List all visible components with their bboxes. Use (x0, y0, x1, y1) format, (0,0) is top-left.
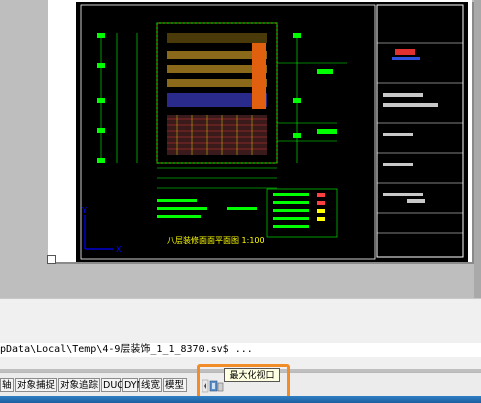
plan-title: 八层装修面面平面图 1:100 (167, 235, 265, 245)
ucs-y-label: Y (81, 206, 87, 215)
ucs-x-label: X (116, 245, 122, 254)
cad-drawing: 八层装修面面平面图 1:100 Y X (80, 4, 464, 260)
command-window[interactable]: pData\Local\Temp\4-9层装饰_1_1_8370.sv$ ... (0, 298, 481, 369)
status-button-lineweight[interactable]: 线宽 (139, 378, 162, 392)
viewport-grip[interactable] (47, 255, 56, 264)
status-button-model[interactable]: 模型 (163, 378, 187, 392)
status-button-ducs[interactable]: DUCS (101, 378, 130, 392)
model-viewport[interactable]: 八层装修面面平面图 1:100 Y X (76, 2, 468, 262)
status-button-dyn[interactable]: DYN (122, 378, 144, 392)
annotation-highlight-box (197, 364, 290, 399)
command-history-line: pData\Local\Temp\4-9层装饰_1_1_8370.sv$ ... (0, 343, 481, 357)
status-button-object-snap[interactable]: 对象捕捉 (15, 378, 57, 392)
vertical-scrollbar[interactable] (474, 0, 481, 298)
drawing-canvas[interactable]: 八层装修面面平面图 1:100 Y X (0, 0, 481, 298)
status-button-object-tracking[interactable]: 对象追踪 (58, 378, 100, 392)
windows-taskbar (0, 396, 481, 403)
status-button-axis[interactable]: 轴 (0, 378, 14, 392)
